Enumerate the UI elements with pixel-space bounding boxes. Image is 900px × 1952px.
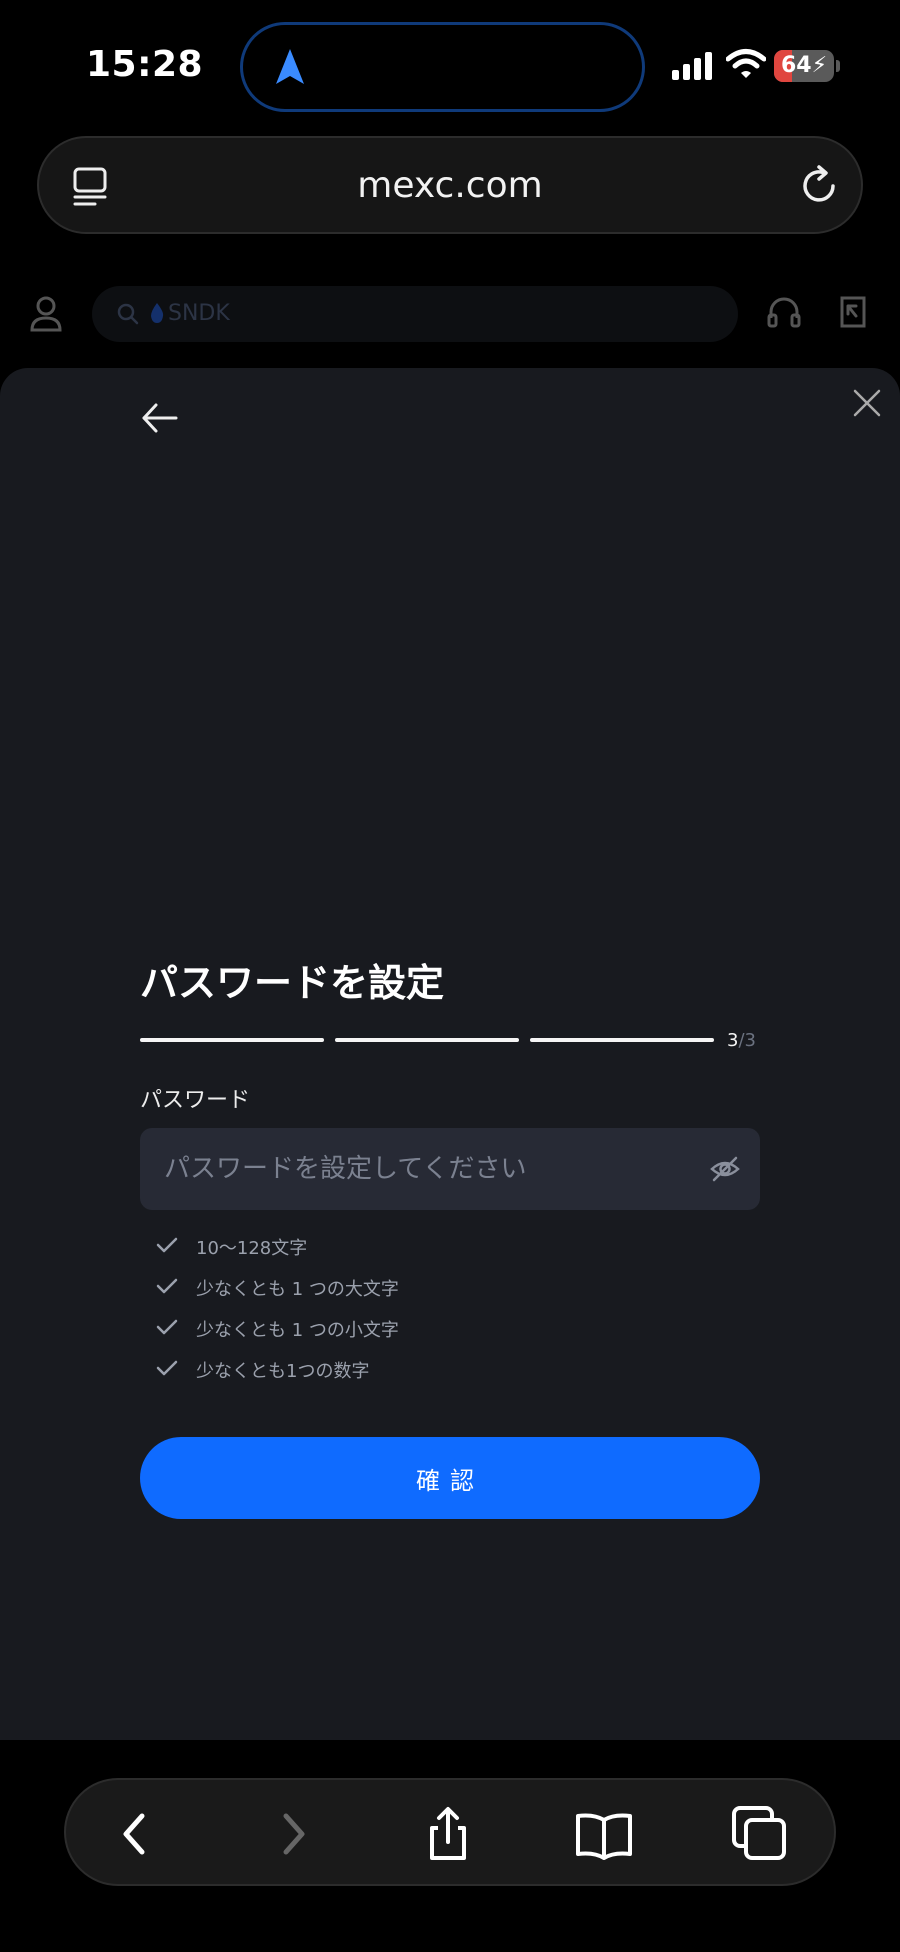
- share-icon[interactable]: [418, 1804, 478, 1864]
- step-bar-2: [335, 1038, 519, 1042]
- flame-icon: [151, 303, 164, 323]
- browser-toolbar: [64, 1778, 836, 1886]
- page-title: パスワードを設定: [140, 961, 445, 1005]
- set-password-modal: パスワードを設定 3/3 パスワード 10～128文字 少なくとも 1 つの大文…: [0, 368, 900, 1740]
- eye-off-icon[interactable]: [710, 1154, 740, 1184]
- battery-icon: 64⚡: [774, 50, 834, 82]
- battery-level: 64: [780, 53, 812, 78]
- step-progress: 3/3: [140, 1030, 760, 1051]
- user-icon[interactable]: [28, 294, 64, 334]
- search-hot-label: SNDK: [168, 301, 230, 326]
- browser-back-icon[interactable]: [106, 1804, 166, 1864]
- tabs-icon[interactable]: [730, 1804, 790, 1864]
- password-input[interactable]: [164, 1128, 684, 1210]
- browser-forward-icon[interactable]: [262, 1804, 322, 1864]
- password-field-container: [140, 1128, 760, 1210]
- rule-text: 少なくとも 1 つの大文字: [196, 1279, 399, 1300]
- rule-text: 少なくとも1つの数字: [196, 1361, 370, 1382]
- close-icon[interactable]: [852, 388, 882, 418]
- site-header: SNDK: [0, 280, 900, 360]
- site-search-bar[interactable]: SNDK: [92, 286, 738, 342]
- rule-lowercase: 少なくとも 1 つの小文字: [156, 1314, 756, 1355]
- bookmarks-icon[interactable]: [574, 1804, 634, 1864]
- status-time: 15:28: [86, 44, 204, 85]
- status-bar: 15:28 64⚡: [0, 0, 900, 130]
- search-hot-token: SNDK: [150, 286, 230, 342]
- confirm-button[interactable]: 確認: [140, 1437, 760, 1519]
- rule-uppercase: 少なくとも 1 つの大文字: [156, 1273, 756, 1314]
- rule-number: 少なくとも1つの数字: [156, 1355, 756, 1396]
- url-text[interactable]: mexc.com: [39, 138, 861, 234]
- rule-length: 10～128文字: [156, 1232, 756, 1273]
- step-current: 3: [727, 1030, 739, 1051]
- check-icon: [156, 1360, 178, 1376]
- address-bar[interactable]: mexc.com: [37, 136, 863, 234]
- signal-icon: [672, 52, 712, 80]
- rule-text: 10～128文字: [196, 1238, 308, 1259]
- headset-icon[interactable]: [766, 294, 802, 330]
- step-total: /3: [738, 1030, 756, 1051]
- rule-text: 少なくとも 1 つの小文字: [196, 1320, 399, 1341]
- password-label: パスワード: [140, 1088, 251, 1113]
- step-bar-3: [530, 1038, 714, 1042]
- password-rules-list: 10～128文字 少なくとも 1 つの大文字 少なくとも 1 つの小文字 少なく…: [156, 1232, 756, 1396]
- check-icon: [156, 1319, 178, 1335]
- check-icon: [156, 1278, 178, 1294]
- login-icon[interactable]: [834, 294, 870, 330]
- navigation-arrow-icon: [276, 49, 304, 84]
- wifi-icon: [726, 49, 766, 78]
- search-icon: [117, 303, 139, 325]
- browser-bottom-area: [0, 1740, 900, 1952]
- reload-icon[interactable]: [797, 164, 841, 208]
- dynamic-island: [240, 22, 645, 112]
- check-icon: [156, 1237, 178, 1253]
- battery-nub: [836, 60, 840, 72]
- step-bar-1: [140, 1038, 324, 1042]
- back-arrow-icon[interactable]: [140, 398, 180, 438]
- step-counter: 3/3: [727, 1030, 756, 1051]
